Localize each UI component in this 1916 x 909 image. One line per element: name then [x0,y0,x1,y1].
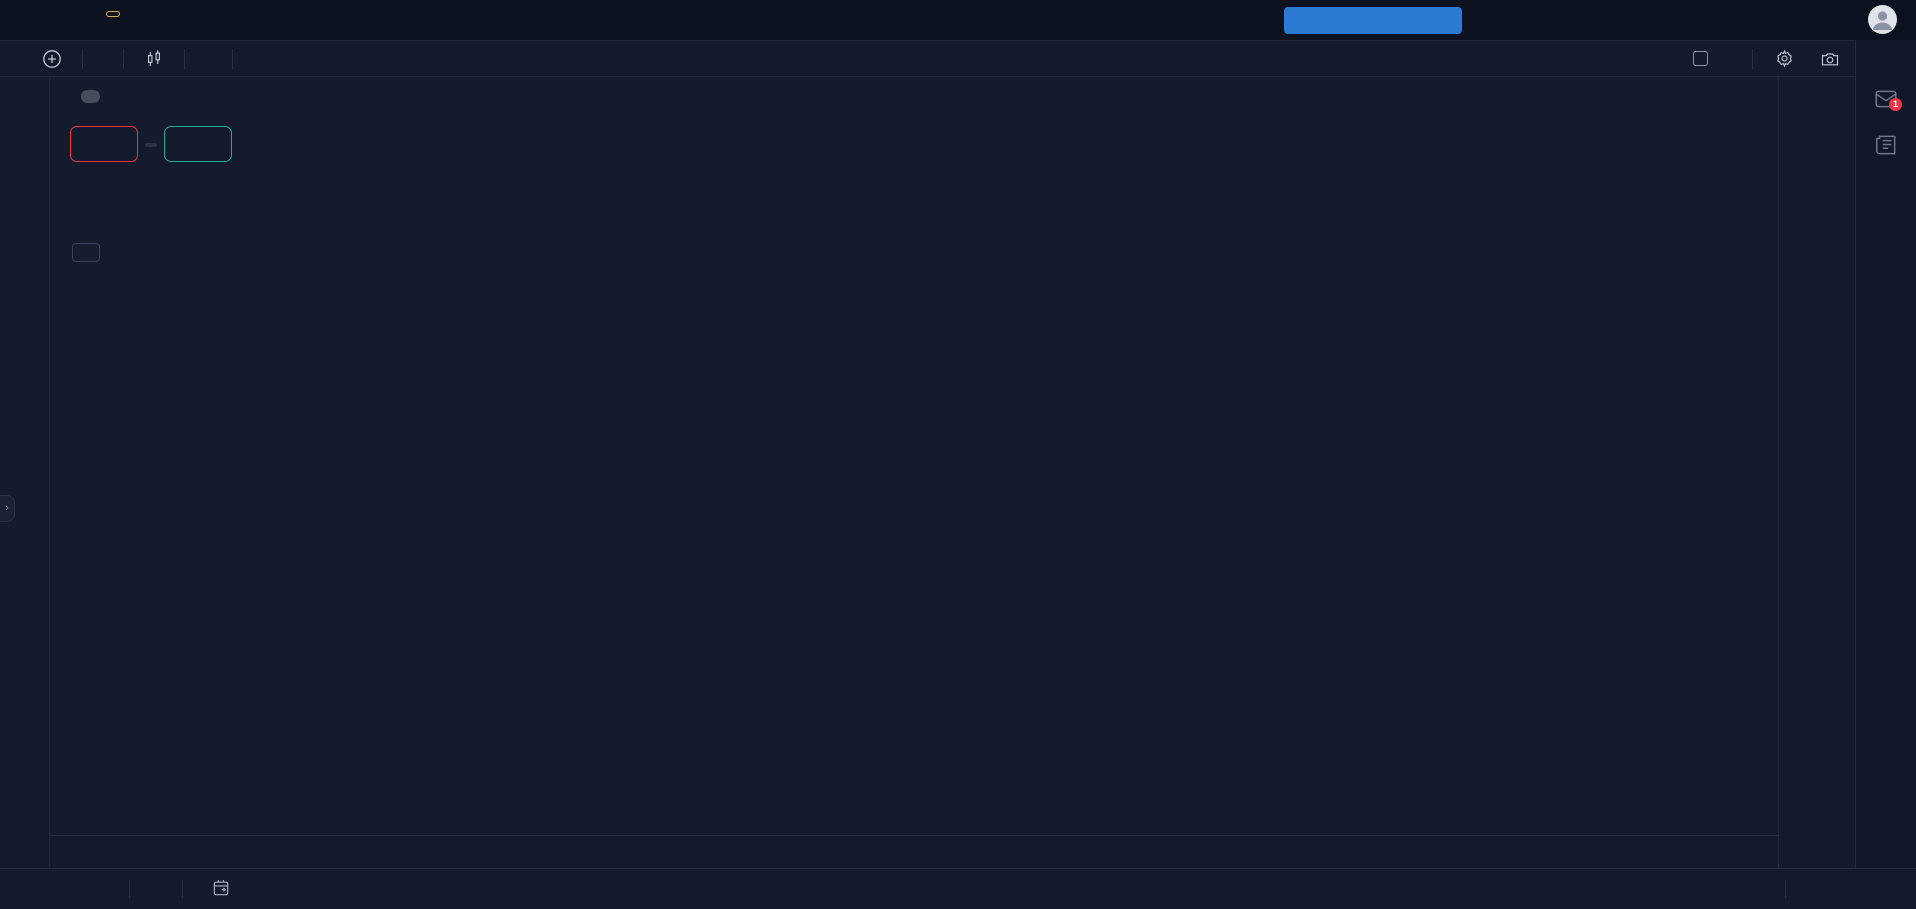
candles-icon [144,49,164,69]
switch-to-live-button[interactable] [1284,7,1462,34]
demo-badge [106,11,120,17]
sidebar-expand-handle[interactable]: › [0,495,15,522]
save-checkbox[interactable] [1693,51,1708,66]
app-logo [98,6,120,17]
auto-scale-button[interactable] [1842,886,1854,892]
collapse-legend-button[interactable] [81,90,100,103]
calendar-icon [211,878,231,898]
top-header [0,0,1916,40]
price-axis[interactable] [1778,77,1855,868]
indicators-button[interactable] [199,55,218,63]
plus-circle-icon [42,49,62,69]
notification-badge: 1 [1889,98,1902,111]
right-sidebar: 1 [1855,40,1916,868]
bottom-toolbar [0,868,1916,909]
percent-scale-button[interactable] [1802,886,1814,892]
drawing-toolbar [0,77,50,868]
newspaper-icon [1873,132,1899,158]
avatar[interactable] [1868,5,1897,34]
compare-add-button[interactable] [36,45,68,73]
quote-panel [70,126,232,162]
collapse-indicators-button[interactable] [72,243,100,262]
time-axis[interactable] [50,835,1778,868]
sell-button[interactable] [70,126,138,162]
screenshot-button[interactable] [1814,45,1846,73]
settings-button[interactable] [1769,45,1800,72]
log-scale-button[interactable] [1822,886,1834,892]
redo-button[interactable] [259,55,271,63]
chart-toolbar [0,40,1916,77]
messages-button[interactable]: 1 [1873,86,1899,112]
interval-button[interactable] [97,55,109,63]
camera-icon [1820,49,1840,69]
trading-app: › [0,0,1916,909]
price-chart[interactable] [50,77,1778,835]
undo-button[interactable] [247,55,259,63]
news-button[interactable] [1873,132,1899,158]
chart-area[interactable] [50,77,1778,835]
gear-icon [1775,49,1794,68]
spread [145,141,157,147]
chart-style-button[interactable] [138,45,170,73]
go-to-date-button[interactable] [209,876,233,903]
buy-button[interactable] [164,126,232,162]
chart-legend [72,90,137,103]
